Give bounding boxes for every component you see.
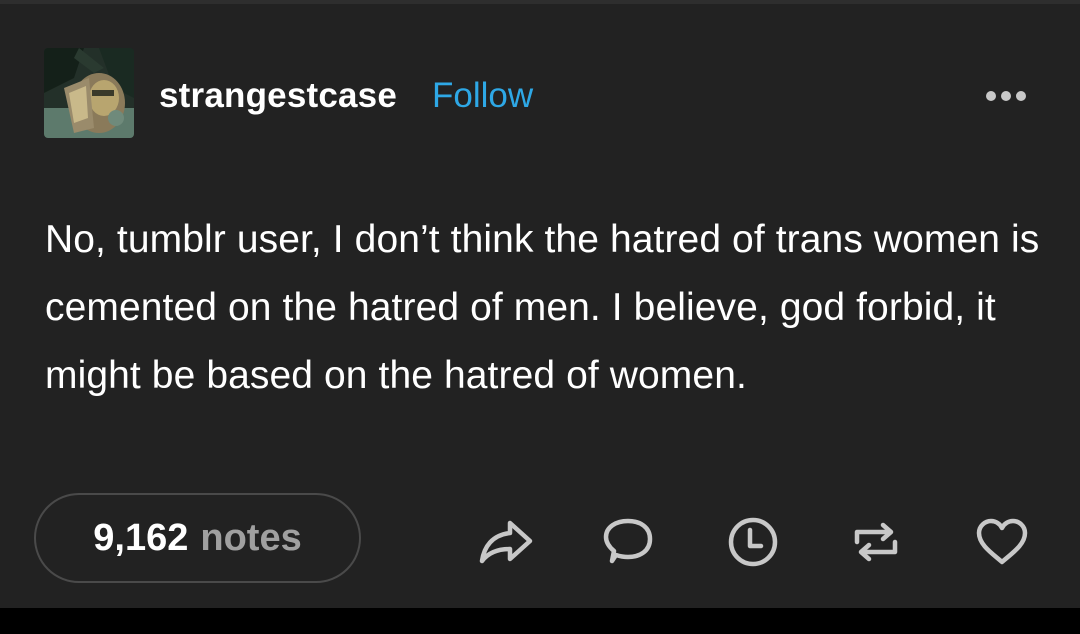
share-icon[interactable] — [476, 512, 536, 572]
post-card: strangestcase Follow No, tumblr user, I … — [0, 0, 1080, 608]
username[interactable]: strangestcase — [159, 76, 397, 116]
clock-icon[interactable] — [723, 512, 783, 572]
more-options-icon[interactable] — [986, 88, 1036, 102]
post-header: strangestcase Follow — [44, 48, 1044, 140]
reply-icon[interactable] — [598, 512, 658, 572]
post-text: No, tumblr user, I don’t think the hatre… — [45, 218, 1040, 397]
heart-icon[interactable] — [972, 512, 1032, 572]
post-actions — [0, 512, 1080, 572]
reblog-icon[interactable] — [846, 512, 906, 572]
follow-button[interactable]: Follow — [432, 76, 533, 116]
avatar[interactable] — [44, 48, 134, 138]
